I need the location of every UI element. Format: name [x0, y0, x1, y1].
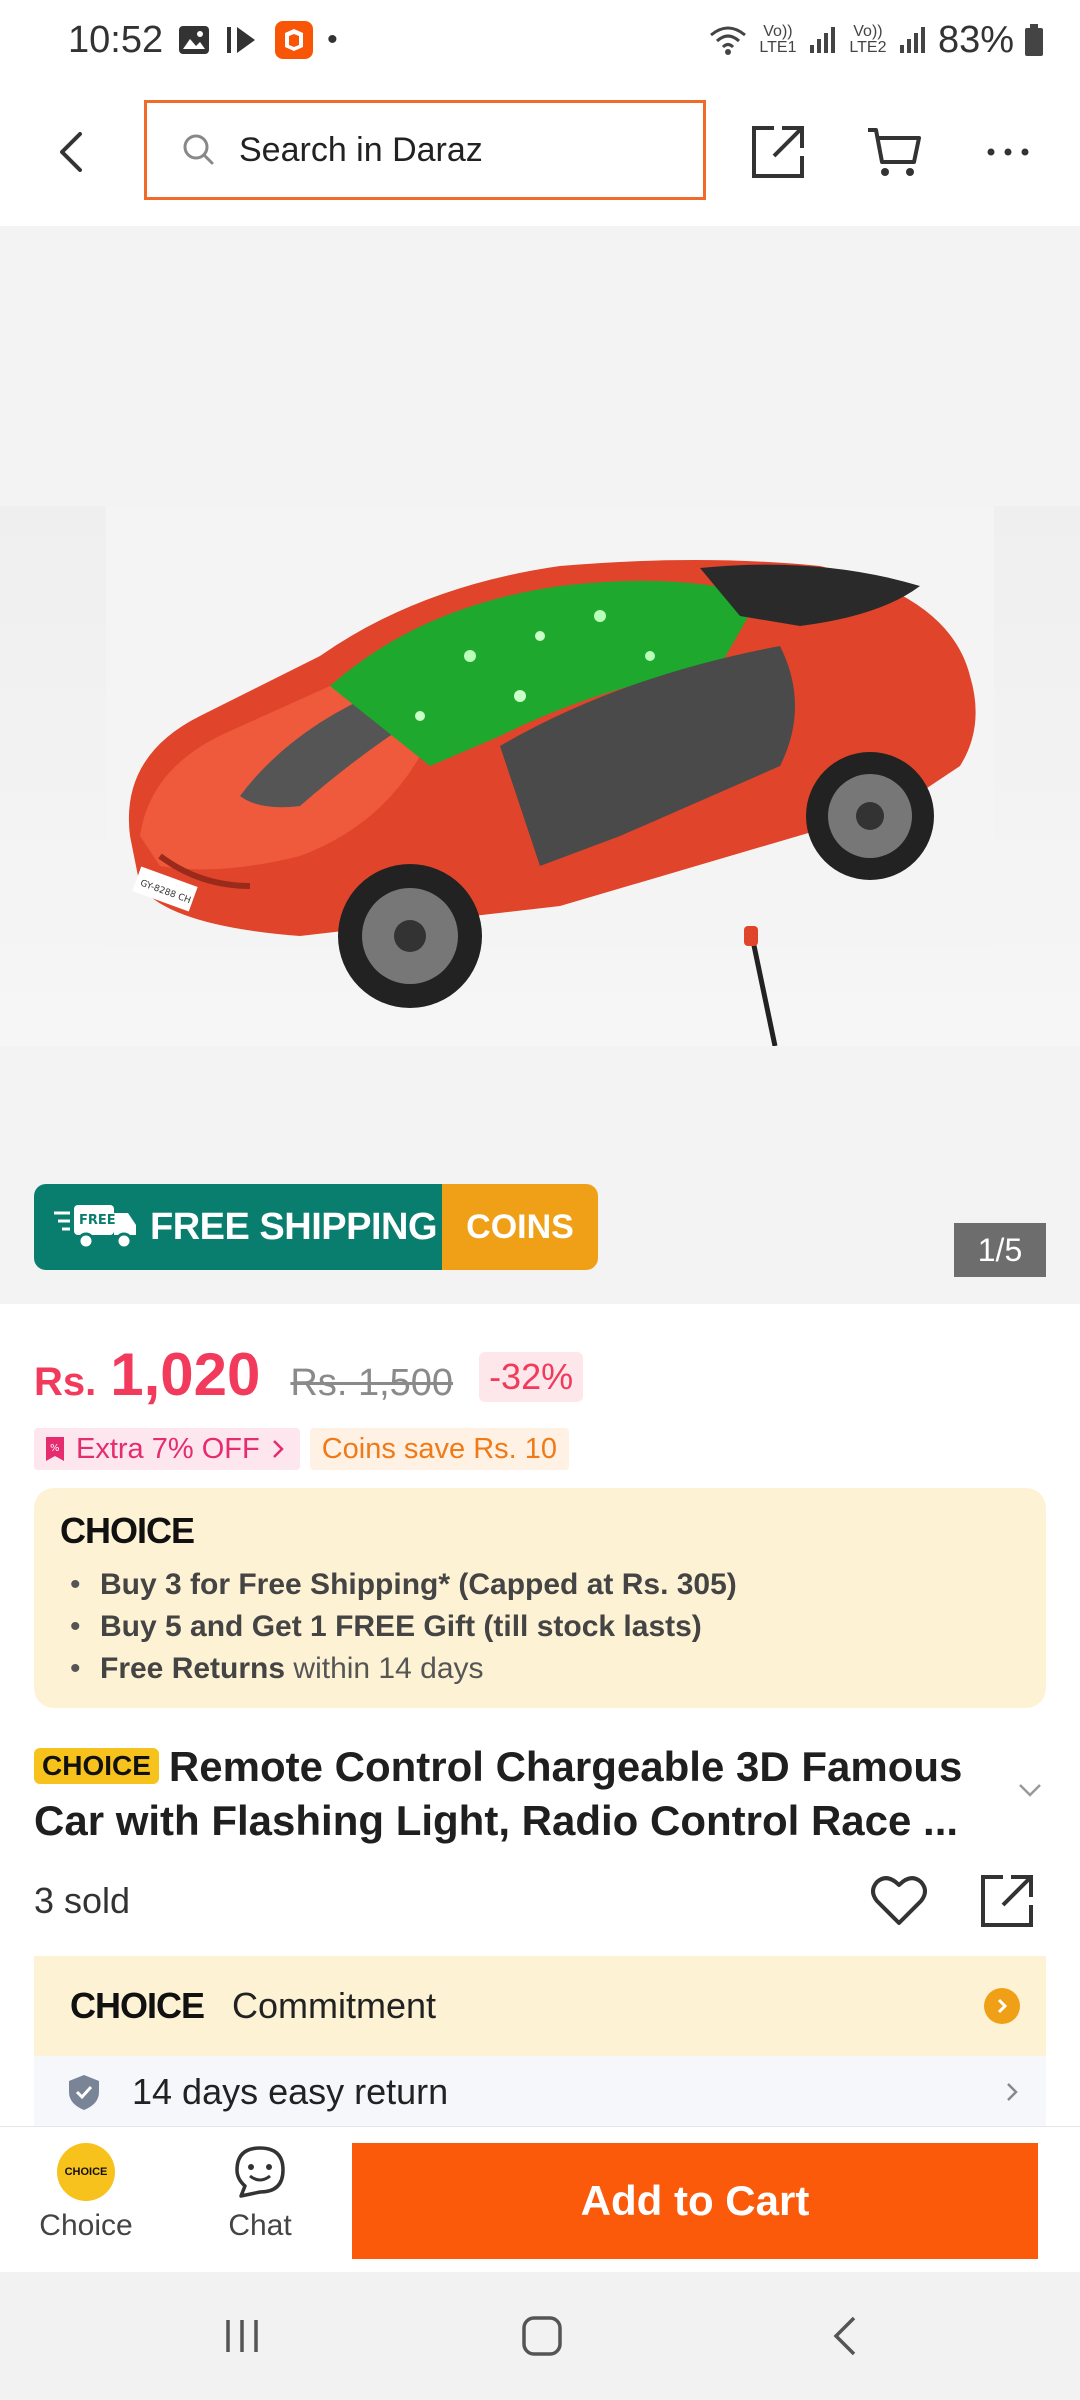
choice-badge: CHOICE — [34, 1748, 159, 1784]
expand-title-button[interactable] — [1010, 1770, 1050, 1810]
easy-return-row[interactable]: 14 days easy return — [34, 2056, 1046, 2128]
product-title[interactable]: CHOICE Remote Control Chargeable 3D Famou… — [34, 1740, 994, 1848]
back-chevron-icon — [833, 2316, 856, 2356]
image-counter: 1/5 — [954, 1223, 1046, 1277]
cart-icon — [868, 128, 921, 176]
choice-commitment-row[interactable]: CHOICE Commitment — [34, 1956, 1046, 2056]
add-to-cart-button[interactable]: Add to Cart — [352, 2143, 1038, 2259]
extra-off-tag[interactable]: % Extra 7% OFF — [34, 1428, 300, 1470]
chevron-right-circle-icon — [984, 1988, 1020, 2024]
price-current: 1,020 — [110, 1341, 261, 1408]
free-shipping-banner: FREE FREE SHIPPING COINS — [34, 1184, 598, 1270]
search-icon — [183, 134, 214, 165]
voucher-icon: % — [46, 1437, 64, 1461]
status-dot: • — [327, 23, 338, 56]
delivery-truck-icon: FREE — [54, 1205, 136, 1250]
choice-benefit-item: Buy 5 and Get 1 FREE Gift (till stock la… — [60, 1606, 1020, 1648]
bottom-action-bar: CHOICE Choice Chat Add to Cart — [0, 2126, 1080, 2272]
daraz-app-icon — [275, 21, 314, 59]
coins-save-tag: Coins save Rs. 10 — [309, 1428, 570, 1470]
coins-save-label: Coins save Rs. 10 — [321, 1432, 558, 1465]
share-icon — [981, 1875, 1033, 1927]
price-currency: Rs. — [34, 1360, 97, 1404]
easy-return-label: 14 days easy return — [132, 2071, 449, 2112]
home-button[interactable] — [502, 2306, 582, 2366]
choice-logo-text: CHOICE — [60, 1510, 195, 1551]
share-icon — [752, 126, 804, 178]
wifi-icon — [708, 23, 748, 57]
product-photo: GY-8288 CH — [0, 506, 1080, 1047]
product-title-text: Remote Control Chargeable 3D Famous Car … — [34, 1743, 963, 1844]
commitment-label: Commitment — [232, 1985, 437, 2026]
choice-label: Choice — [39, 2209, 133, 2242]
signal-icon-1 — [808, 25, 838, 55]
system-back-button[interactable] — [806, 2306, 886, 2366]
choice-benefit-item: Buy 3 for Free Shipping* (Capped at Rs. … — [60, 1564, 1020, 1606]
battery-percent: 83% — [937, 18, 1014, 61]
status-bar: 10:52 • Vo)) LTE1 Vo)) LTE2 83% — [0, 0, 1080, 80]
chat-button[interactable]: Chat — [190, 2143, 330, 2263]
choice-benefits-list: Buy 3 for Free Shipping* (Capped at Rs. … — [60, 1564, 1020, 1690]
choice-logo: CHOICE — [70, 1985, 205, 2026]
system-navigation-bar — [0, 2272, 1080, 2400]
chevron-right-icon — [1007, 2083, 1018, 2101]
recent-apps-button[interactable] — [202, 2306, 282, 2366]
choice-icon: CHOICE — [57, 2143, 115, 2201]
cart-button[interactable] — [856, 114, 932, 190]
back-arrow-icon — [60, 132, 82, 172]
shield-check-icon — [69, 2075, 99, 2110]
network-label-2: Vo)) LTE2 — [849, 23, 887, 56]
heart-icon — [871, 1876, 927, 1925]
back-button[interactable] — [40, 120, 104, 184]
choice-benefits-card: CHOICE Buy 3 for Free Shipping* (Capped … — [34, 1488, 1046, 1708]
price-row: Rs. 1,020 Rs. 1,500 -32% — [34, 1340, 584, 1409]
choice-store-button[interactable]: CHOICE Choice — [16, 2143, 156, 2263]
search-input[interactable]: Search in Daraz — [144, 100, 706, 200]
free-tag-text: FREE — [79, 1213, 116, 1228]
toy-car-image: GY-8288 CH — [106, 506, 994, 1047]
price-original: Rs. 1,500 — [290, 1362, 454, 1404]
choice-benefit-item: Free Returns within 14 days — [60, 1648, 1020, 1690]
coins-label: COINS — [442, 1184, 598, 1270]
top-nav: Search in Daraz — [0, 96, 1080, 208]
more-options-button[interactable] — [970, 114, 1046, 190]
wishlist-button[interactable] — [864, 1866, 934, 1936]
chevron-down-icon — [1019, 1784, 1041, 1797]
chevron-right-icon — [272, 1440, 284, 1458]
home-icon — [522, 2316, 562, 2356]
search-placeholder: Search in Daraz — [239, 130, 483, 169]
gallery-notification-icon — [177, 23, 211, 57]
battery-icon — [1024, 23, 1044, 57]
share-button[interactable] — [740, 114, 816, 190]
sold-count: 3 sold — [34, 1880, 131, 1921]
product-image-gallery[interactable]: GY-8288 CH FREE FREE SHIPPING COINS 1/5 — [0, 226, 1080, 1304]
chat-label: Chat — [228, 2209, 292, 2242]
more-dots-icon — [987, 148, 1029, 156]
discount-badge: -32% — [479, 1352, 584, 1402]
chat-icon — [235, 2146, 285, 2198]
media-notification-icon — [225, 23, 261, 57]
network-label-1: Vo)) LTE1 — [759, 23, 797, 56]
share-product-button[interactable] — [972, 1866, 1042, 1936]
free-shipping-label: FREE SHIPPING — [150, 1205, 438, 1248]
promo-tags: % Extra 7% OFF Coins save Rs. 10 — [34, 1428, 570, 1470]
recent-apps-icon — [226, 2320, 258, 2352]
signal-icon-2 — [898, 25, 928, 55]
status-time: 10:52 — [68, 18, 164, 61]
svg-text:%: % — [50, 1443, 60, 1454]
choice-logo: CHOICE — [60, 1510, 195, 1552]
extra-off-label: Extra 7% OFF — [76, 1432, 260, 1465]
